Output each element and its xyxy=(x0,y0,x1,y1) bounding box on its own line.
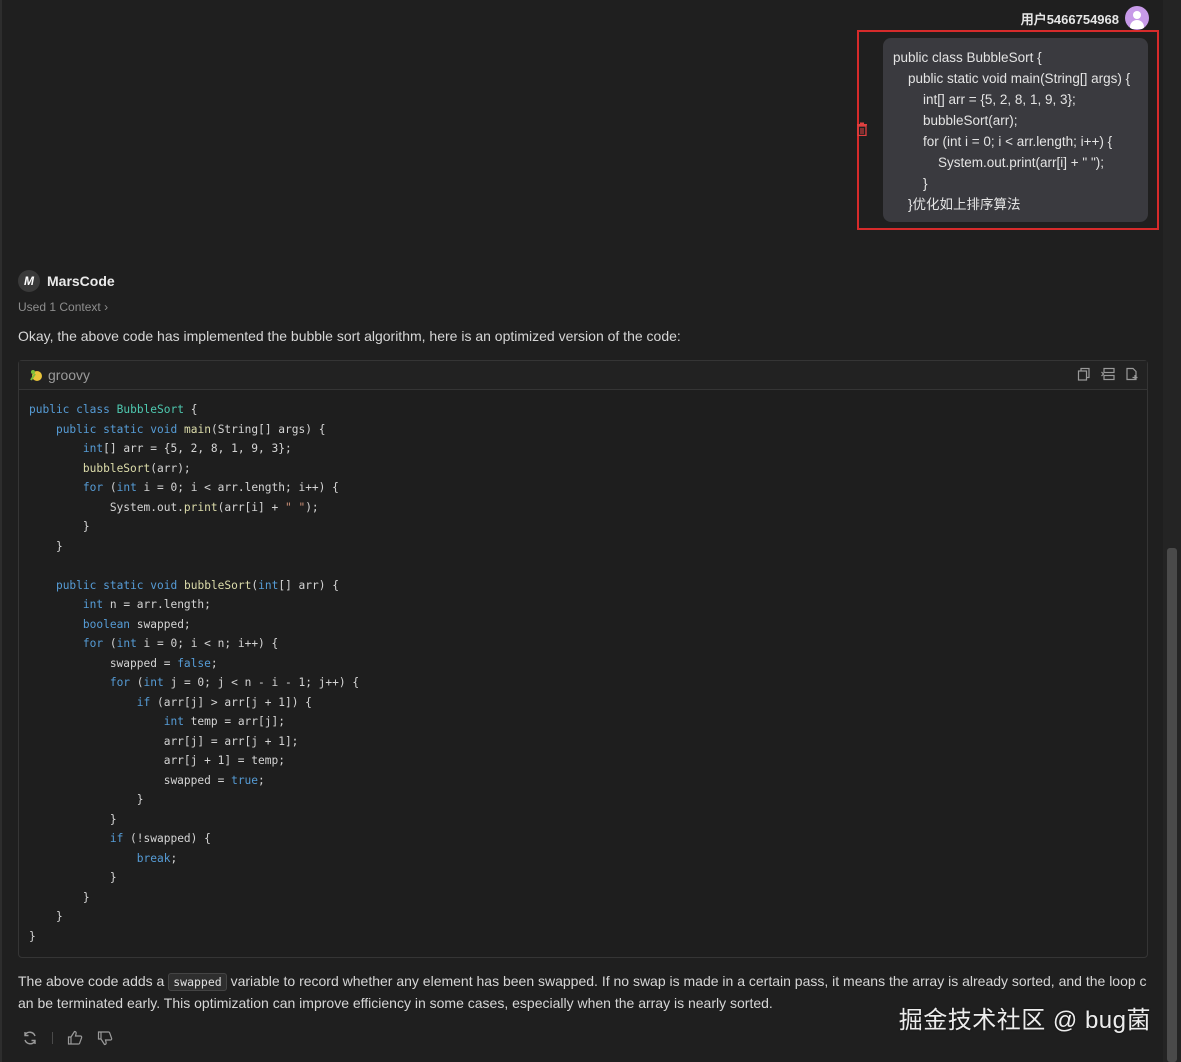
code-line: } xyxy=(29,929,36,943)
copy-icon[interactable] xyxy=(1077,367,1091,381)
refresh-icon[interactable] xyxy=(22,1030,38,1046)
code-line: for (int j = 0; j < n - i - 1; j++) { xyxy=(109,676,360,689)
explanation-text-start: The above code adds a xyxy=(18,973,169,989)
assistant-intro: Okay, the above code has implemented the… xyxy=(18,328,681,344)
code-line: boolean swapped; xyxy=(82,617,191,631)
code-line: bubbleSort(arr); xyxy=(82,461,191,475)
code-line: break; xyxy=(136,851,178,865)
divider xyxy=(52,1032,53,1044)
code-toolbar: groovy xyxy=(19,361,1147,390)
code-line: public static void main(String[] args) { xyxy=(55,422,326,436)
insert-icon[interactable] xyxy=(1101,367,1115,381)
code-line: for (int i = 0; i < arr.length; i++) { xyxy=(82,481,339,494)
new-file-icon[interactable] xyxy=(1125,367,1139,381)
code-line: public static void bubbleSort(int[] arr)… xyxy=(55,578,339,592)
groovy-icon xyxy=(30,370,42,381)
user-message: public class BubbleSort { public static … xyxy=(883,38,1148,222)
user-header: 用户5466754968 xyxy=(1021,6,1149,30)
code-line: arr[j] = arr[j + 1]; xyxy=(29,734,299,748)
context-label: Used 1 Context xyxy=(18,300,101,314)
scrollbar-thumb[interactable] xyxy=(1167,548,1177,1062)
marscode-logo-icon: M xyxy=(18,270,40,292)
scrollbar-track[interactable] xyxy=(1163,0,1181,1062)
watermark: 掘金技术社区 @ bug菌 xyxy=(898,1007,1151,1034)
thumbs-up-icon[interactable] xyxy=(67,1030,83,1046)
user-name: 用户5466754968 xyxy=(1020,11,1119,27)
assistant-name: MarsCode xyxy=(47,273,115,289)
thumbs-down-icon[interactable] xyxy=(97,1030,113,1046)
window-edge xyxy=(0,0,2,1062)
code-language: groovy xyxy=(48,367,91,383)
code-line: } xyxy=(29,812,117,826)
chevron-right-icon: › xyxy=(104,300,109,314)
code-line: } xyxy=(29,910,63,923)
code-line: swapped = false; xyxy=(29,656,218,670)
code-block: groovy public class BubbleSort { public … xyxy=(18,360,1148,958)
user-avatar[interactable] xyxy=(1125,6,1149,30)
code-line: } xyxy=(29,539,63,553)
code-line: int n = arr.length; xyxy=(82,598,211,611)
code-line: int temp = arr[j]; xyxy=(163,715,285,728)
code-line: for (int i = 0; i < n; i++) { xyxy=(82,637,279,650)
code-line: } xyxy=(29,890,90,904)
code-line: } xyxy=(29,520,90,533)
trash-icon[interactable] xyxy=(856,122,868,136)
assistant-header: M MarsCode xyxy=(18,270,115,292)
code-content: public class BubbleSort { public static … xyxy=(19,390,1147,946)
inline-code-swapped: swapped xyxy=(168,973,227,991)
code-line: } xyxy=(29,871,117,884)
context-toggle[interactable]: Used 1 Context › xyxy=(18,300,108,314)
code-line: swapped = true; xyxy=(29,773,265,787)
code-line: if (arr[j] > arr[j + 1]) { xyxy=(136,695,312,709)
code-line: arr[j + 1] = temp; xyxy=(29,754,285,767)
code-line: if (!swapped) { xyxy=(109,832,211,845)
code-line: System.out.print(arr[i] + " "); xyxy=(29,500,319,514)
message-actions xyxy=(22,1030,113,1046)
code-line: public class BubbleSort { xyxy=(29,403,198,416)
code-line: } xyxy=(29,793,144,806)
code-line: int[] arr = {5, 2, 8, 1, 9, 3}; xyxy=(82,442,292,455)
